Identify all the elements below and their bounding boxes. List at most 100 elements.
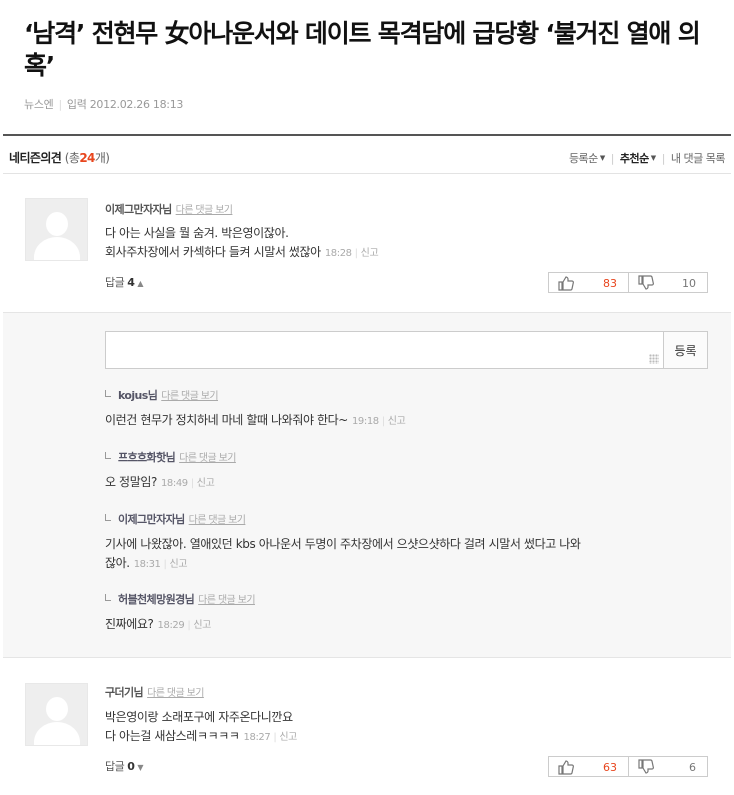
caret-down-icon: ▼ bbox=[650, 154, 656, 162]
default-avatar-icon bbox=[25, 198, 88, 261]
reply-section: 등록 kojus님 다른 댓글 보기 이런건 현무가 정치하네 마네 할때 나와줘… bbox=[3, 312, 731, 658]
reply-author[interactable]: 프흐흐화핫님 다른 댓글 보기 bbox=[105, 449, 236, 465]
date-label: 입력 bbox=[66, 98, 87, 111]
reply-author-name[interactable]: kojus님 bbox=[118, 389, 158, 402]
comment-meta: 18:28 | 신고 bbox=[324, 248, 379, 259]
other-comments-link[interactable]: 다른 댓글 보기 bbox=[147, 688, 204, 699]
reply-arrow-icon bbox=[105, 514, 111, 521]
reply-text: 기사에 나왔잖아. 열애있던 kbs 아나운서 두명이 주차장에서 으샷으샷하다… bbox=[105, 537, 581, 551]
caret-down-icon: ▼ bbox=[599, 154, 605, 162]
thumbs-down-icon bbox=[638, 759, 654, 774]
reply-form: 등록 bbox=[105, 331, 708, 369]
article-source[interactable]: 뉴스엔 bbox=[24, 98, 54, 111]
comment-author[interactable]: 이제그만자자님 다른 댓글 보기 bbox=[105, 201, 233, 217]
divider: | bbox=[610, 151, 615, 165]
sort-latest-label: 등록순 bbox=[568, 152, 598, 165]
reply-count: 4 bbox=[127, 276, 135, 289]
comment-line-text: 다 아는걸 새삼스레ㅋㅋㅋㅋ bbox=[105, 729, 240, 743]
divider: | bbox=[661, 151, 666, 165]
comment-meta: 18:27 | 신고 bbox=[243, 732, 298, 743]
comments-title-label: 네티즌의견 bbox=[9, 151, 62, 165]
report-link[interactable]: 신고 bbox=[388, 416, 406, 427]
reply-author[interactable]: 이제그만자자님 다른 댓글 보기 bbox=[105, 511, 246, 527]
thumbs-down-icon bbox=[638, 275, 654, 290]
reply-arrow-icon bbox=[105, 390, 111, 397]
reply-author-name[interactable]: 허블천체망원경님 bbox=[118, 593, 195, 606]
reply-text: 오 정말임? bbox=[105, 475, 157, 489]
other-comments-link[interactable]: 다른 댓글 보기 bbox=[161, 391, 218, 402]
comment-line: 회사주차장에서 카섹하다 들켜 시말서 썼잖아 18:28 | 신고 bbox=[105, 243, 379, 263]
reply-text: 진짜에요? bbox=[105, 617, 154, 631]
article-headline: ‘남격’ 전현무 女아나운서와 데이트 목격담에 급당황 ‘불거진 열애 의혹’ bbox=[24, 19, 701, 80]
reply-author[interactable]: 허블천체망원경님 다른 댓글 보기 bbox=[105, 591, 256, 607]
divider: | bbox=[190, 478, 194, 489]
comment-author-name[interactable]: 구더기님 bbox=[105, 686, 144, 699]
upvote-count: 83 bbox=[603, 277, 617, 290]
reply-submit-button[interactable]: 등록 bbox=[663, 332, 707, 368]
reply-arrow-icon bbox=[105, 452, 111, 459]
thumbs-up-icon bbox=[558, 760, 574, 775]
reply-author-name[interactable]: 이제그만자자님 bbox=[118, 513, 185, 526]
my-comments-link[interactable]: 내 댓글 목록 bbox=[671, 150, 726, 166]
reply-text: 이런건 현무가 정치하네 마네 할때 나와줘야 한다~ bbox=[105, 413, 348, 427]
reply-time: 19:18 bbox=[351, 416, 379, 427]
reply-line: 잖아. 18:31 | 신고 bbox=[105, 554, 665, 574]
downvote-button[interactable]: 10 bbox=[628, 273, 707, 292]
chevron-down-icon: ▼ bbox=[137, 763, 144, 772]
sort-recommended-button[interactable]: 추천순 ▼ bbox=[620, 150, 656, 166]
count-suffix: 개) bbox=[94, 151, 110, 165]
other-comments-link[interactable]: 다른 댓글 보기 bbox=[179, 453, 236, 464]
reply-author[interactable]: kojus님 다른 댓글 보기 bbox=[105, 387, 219, 403]
upvote-button[interactable]: 83 bbox=[549, 273, 628, 292]
vote-buttons: 63 6 bbox=[548, 756, 708, 777]
reply-time: 18:31 bbox=[133, 559, 161, 570]
report-link[interactable]: 신고 bbox=[170, 559, 188, 570]
comment-body: 박은영이랑 소래포구에 자주온다니깐요 다 아는걸 새삼스레ㅋㅋㅋㅋ 18:27 |… bbox=[105, 708, 297, 747]
report-link[interactable]: 신고 bbox=[361, 248, 379, 259]
reply-count: 0 bbox=[127, 760, 135, 773]
reply-meta: 18:29 | 신고 bbox=[158, 620, 212, 631]
sort-recommended-label: 추천순 bbox=[619, 152, 649, 165]
count-prefix: (총 bbox=[64, 151, 80, 165]
count-number: 24 bbox=[79, 151, 95, 165]
reply-toggle-button[interactable]: 답글 0 ▼ bbox=[105, 758, 144, 774]
reply-toggle-button[interactable]: 답글 4 ▲ bbox=[105, 274, 144, 290]
reply-meta: 18:31 | 신고 bbox=[133, 559, 188, 570]
divider: | bbox=[381, 416, 385, 427]
divider: | bbox=[187, 620, 191, 631]
divider: | bbox=[354, 248, 358, 259]
resize-grip-icon[interactable] bbox=[649, 354, 659, 364]
reply-meta: 18:49 | 신고 bbox=[160, 478, 215, 489]
reply-meta: 19:18 | 신고 bbox=[351, 416, 406, 427]
comment-time: 18:28 bbox=[324, 248, 352, 259]
reply-textarea[interactable] bbox=[106, 332, 663, 368]
comments-title: 네티즌의견 (총24개) bbox=[9, 149, 110, 166]
downvote-count: 10 bbox=[682, 277, 696, 290]
comment-time: 18:27 bbox=[243, 732, 271, 743]
upvote-button[interactable]: 63 bbox=[549, 757, 628, 776]
divider: | bbox=[273, 732, 277, 743]
default-avatar-icon bbox=[25, 683, 88, 746]
reply-label: 답글 bbox=[105, 760, 125, 773]
comment-line-text: 회사주차장에서 카섹하다 들켜 시말서 썼잖아 bbox=[105, 245, 321, 259]
other-comments-link[interactable]: 다른 댓글 보기 bbox=[176, 205, 233, 216]
comment-author[interactable]: 구더기님 다른 댓글 보기 bbox=[105, 684, 204, 700]
article-date: 2012.02.26 18:13 bbox=[89, 98, 184, 111]
comment-body: 다 아는 사실을 뭘 숨겨. 박은영이잖아. 회사주차장에서 카섹하다 들켜 시… bbox=[105, 224, 379, 263]
downvote-button[interactable]: 6 bbox=[628, 757, 707, 776]
other-comments-link[interactable]: 다른 댓글 보기 bbox=[189, 515, 246, 526]
comment-sort-options: 등록순 ▼ | 추천순 ▼ | 내 댓글 목록 bbox=[569, 150, 726, 166]
other-comments-link[interactable]: 다른 댓글 보기 bbox=[198, 595, 255, 606]
divider: | bbox=[163, 559, 167, 570]
sort-latest-button[interactable]: 등록순 ▼ bbox=[569, 150, 605, 166]
report-link[interactable]: 신고 bbox=[279, 732, 297, 743]
comment-line: 다 아는 사실을 뭘 숨겨. 박은영이잖아. bbox=[105, 226, 289, 240]
report-link[interactable]: 신고 bbox=[197, 478, 215, 489]
reply-author-name[interactable]: 프흐흐화핫님 bbox=[118, 451, 176, 464]
comment-author-name[interactable]: 이제그만자자님 bbox=[105, 203, 172, 216]
report-link[interactable]: 신고 bbox=[193, 620, 211, 631]
reply-time: 18:49 bbox=[160, 478, 188, 489]
reply-body: 이런건 현무가 정치하네 마네 할때 나와줘야 한다~ 19:18 | 신고 bbox=[105, 411, 406, 431]
vote-buttons: 83 10 bbox=[548, 272, 708, 293]
upvote-count: 63 bbox=[603, 761, 617, 774]
